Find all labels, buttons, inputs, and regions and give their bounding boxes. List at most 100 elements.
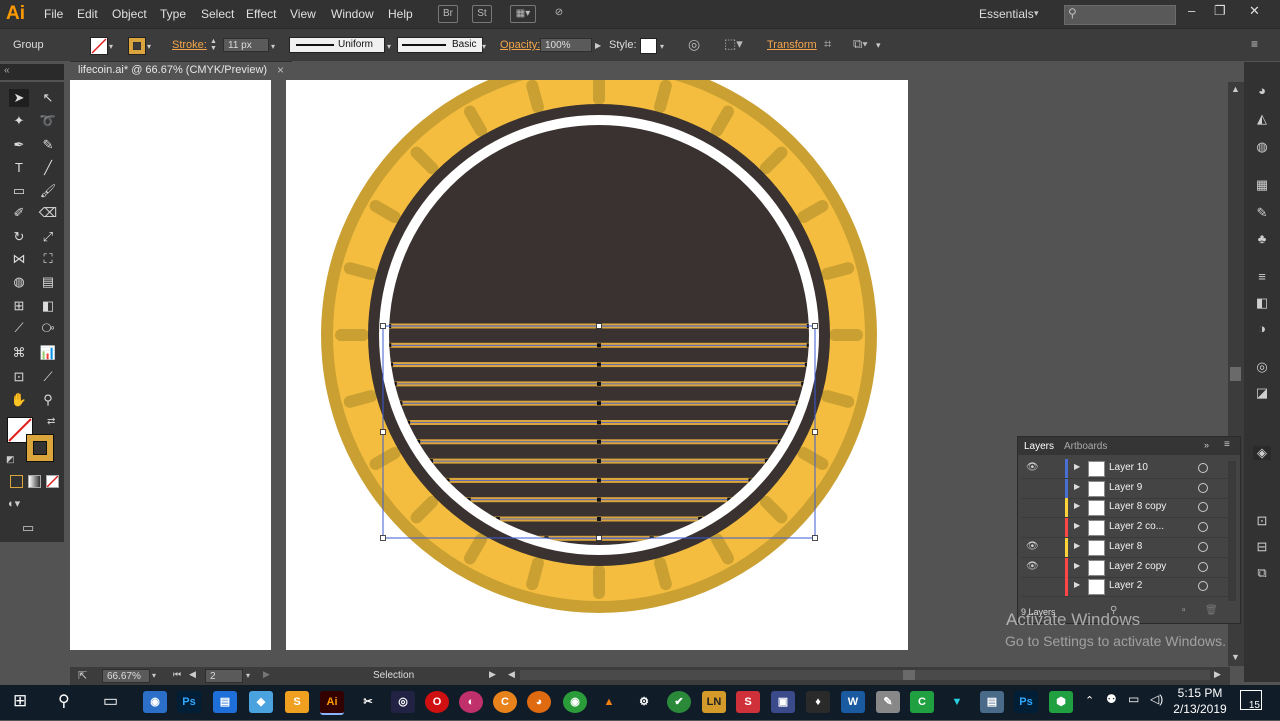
taskbar-vlc-icon[interactable]: ▲ [597, 691, 621, 713]
new-layer-icon[interactable]: ▫ [1182, 605, 1186, 616]
pathfinder-icon[interactable]: ⧉ [1253, 566, 1271, 580]
stroke-stepper[interactable]: ▲ ▼ [210, 38, 217, 52]
bridge-icon[interactable]: Br [438, 5, 458, 23]
taskbar-time[interactable]: 5:15 PM [1168, 686, 1232, 700]
status-menu-icon[interactable]: ▶ [489, 669, 496, 680]
collapse-icon[interactable]: « [4, 65, 10, 76]
pen-tool-icon[interactable]: ✒ [9, 136, 29, 154]
hand-tool-icon[interactable]: ✋ [9, 391, 29, 409]
workspace-switcher[interactable]: Essentials [979, 7, 1034, 21]
taskbar-date[interactable]: 2/13/2019 [1168, 702, 1232, 716]
scale-tool-icon[interactable]: ⤢ [38, 228, 58, 246]
taskbar-settings-icon[interactable]: ⚙ [632, 691, 656, 713]
task-view-icon[interactable]: ▭ [103, 691, 118, 711]
layer-name[interactable]: Layer 10 [1109, 462, 1148, 473]
chevron-down-icon[interactable]: ▾ [387, 42, 391, 51]
tools-panel-header[interactable]: « [0, 64, 64, 80]
layer-name[interactable]: Layer 2 [1109, 580, 1142, 591]
taskbar-firefox-icon[interactable]: ◕ [527, 691, 551, 713]
color-icon[interactable]: ◍ [1253, 140, 1271, 154]
curvature-tool-icon[interactable]: ✎ [38, 136, 58, 154]
taskbar-photoshop-icon-2[interactable]: Ps [1014, 691, 1038, 713]
free-transform-tool-icon[interactable]: ⛶ [38, 250, 58, 268]
stroke-panel-icon[interactable]: ≡ [1253, 270, 1271, 284]
expand-arrow-icon[interactable]: ▶ [1074, 521, 1080, 530]
layer-target-icon[interactable] [1198, 463, 1208, 473]
zoom-field[interactable]: 66.67% [102, 669, 150, 683]
layer-target-icon[interactable] [1198, 561, 1208, 572]
layer-target-icon[interactable] [1198, 581, 1208, 592]
chevron-down-icon[interactable]: ▾ [246, 671, 250, 680]
coin-artwork[interactable] [286, 62, 908, 650]
chevron-down-icon[interactable]: ▾ [660, 42, 664, 51]
taskbar-sublime-icon[interactable]: S [285, 691, 309, 713]
stock-icon[interactable]: St [472, 5, 492, 23]
blend-tool-icon[interactable]: ⧂ [38, 319, 58, 337]
maximize-button[interactable]: ❐ [1214, 3, 1226, 19]
isolate-icon[interactable]: ⌗ [824, 36, 831, 52]
layer-name[interactable]: Layer 8 copy [1109, 501, 1166, 512]
perspective-grid-tool-icon[interactable]: ▤ [38, 273, 58, 291]
layer-row[interactable]: 👁 ▶ Layer 2 copy [1022, 557, 1234, 578]
brush-definition[interactable]: Basic [397, 37, 483, 53]
chevron-down-icon[interactable]: ▾ [147, 42, 151, 51]
menu-view[interactable]: View [290, 7, 316, 21]
expand-arrow-icon[interactable]: ▶ [1074, 580, 1080, 589]
align-panel-icon[interactable]: ⊟ [1253, 540, 1271, 554]
chevron-right-icon[interactable]: ▶ [595, 41, 601, 50]
zoom-tool-icon[interactable]: ⚲ [38, 391, 58, 409]
eraser-tool-icon[interactable]: ⌫ [38, 204, 58, 222]
transparency-icon[interactable]: ◑ [1253, 322, 1271, 336]
default-colors-icon[interactable]: ◩ [6, 454, 15, 465]
layer-row[interactable]: ▶ Layer 2 co... [1022, 518, 1234, 539]
fill-swatch[interactable] [90, 37, 108, 55]
delete-layer-icon[interactable]: 🗑 [1205, 605, 1218, 616]
taskbar-app-icon[interactable]: C [493, 691, 517, 713]
layer-target-icon[interactable] [1198, 502, 1208, 513]
scroll-up-icon[interactable]: ▲ [1231, 84, 1240, 94]
eyedropper-tool-icon[interactable]: ⟋ [9, 319, 29, 337]
artboard-tool-icon[interactable]: ⊡ [9, 368, 29, 386]
menu-select[interactable]: Select [201, 7, 234, 21]
mesh-tool-icon[interactable]: ⊞ [9, 297, 29, 315]
artboards-panel-icon[interactable]: ⊡ [1253, 514, 1271, 528]
taskbar-app-icon[interactable]: S [736, 691, 760, 713]
appearance-icon[interactable]: ◎ [1253, 360, 1271, 374]
none-mode-icon[interactable] [46, 475, 59, 488]
user-icon[interactable]: ⚉ [1106, 692, 1117, 706]
image-trace-icon[interactable]: ◭ [1253, 112, 1271, 126]
next-artboard-icon[interactable]: ▶ [263, 669, 270, 680]
panel-menu-icon[interactable]: ≡ [1224, 439, 1230, 450]
gpu-performance-icon[interactable]: ⊘ [550, 5, 568, 21]
visibility-eye-icon[interactable]: 👁 [1026, 462, 1039, 473]
stroke-weight-field[interactable]: 11 px [223, 38, 269, 52]
search-icon[interactable]: ⚲ [58, 691, 70, 711]
lasso-tool-icon[interactable]: ➰ [38, 112, 58, 130]
align-icon[interactable]: ⬚▾ [724, 36, 743, 52]
variable-width-profile[interactable]: Uniform [289, 37, 385, 53]
shaper-tool-icon[interactable]: ✐ [9, 204, 29, 222]
taskbar-app-icon[interactable]: C [910, 691, 934, 713]
layer-row[interactable]: 👁 ▶ Layer 10 [1022, 459, 1234, 479]
chevron-down-icon[interactable]: ▾ [152, 671, 156, 680]
rotate-tool-icon[interactable]: ↻ [9, 228, 29, 246]
symbols-icon[interactable]: ♣ [1253, 232, 1271, 246]
stroke-swatch[interactable] [128, 37, 146, 55]
windows-start-icon[interactable]: ⊞ [13, 691, 27, 711]
expand-arrow-icon[interactable]: ▶ [1074, 501, 1080, 510]
menu-edit[interactable]: Edit [77, 7, 98, 21]
chevron-down-icon[interactable]: ▾ [1034, 8, 1039, 19]
chevron-down-icon[interactable]: ▾ [271, 42, 275, 51]
layer-row[interactable]: ▶ Layer 9 [1022, 478, 1234, 499]
search-input[interactable] [1064, 5, 1176, 25]
taskbar-app-icon[interactable]: ◐ [459, 691, 483, 713]
taskbar-app-icon[interactable]: ◆ [249, 691, 273, 713]
screen-mode-icon[interactable]: ▭ [22, 520, 34, 536]
magic-wand-tool-icon[interactable]: ✦ [9, 112, 29, 130]
close-window-button[interactable]: ✕ [1249, 3, 1260, 19]
scroll-thumb[interactable] [1230, 367, 1241, 381]
layer-name[interactable]: Layer 2 co... [1109, 521, 1164, 532]
opacity-label[interactable]: Opacity: [500, 39, 540, 51]
export-icon[interactable]: ⇱ [78, 669, 87, 682]
taskbar-chrome-icon[interactable]: ◉ [563, 691, 587, 713]
